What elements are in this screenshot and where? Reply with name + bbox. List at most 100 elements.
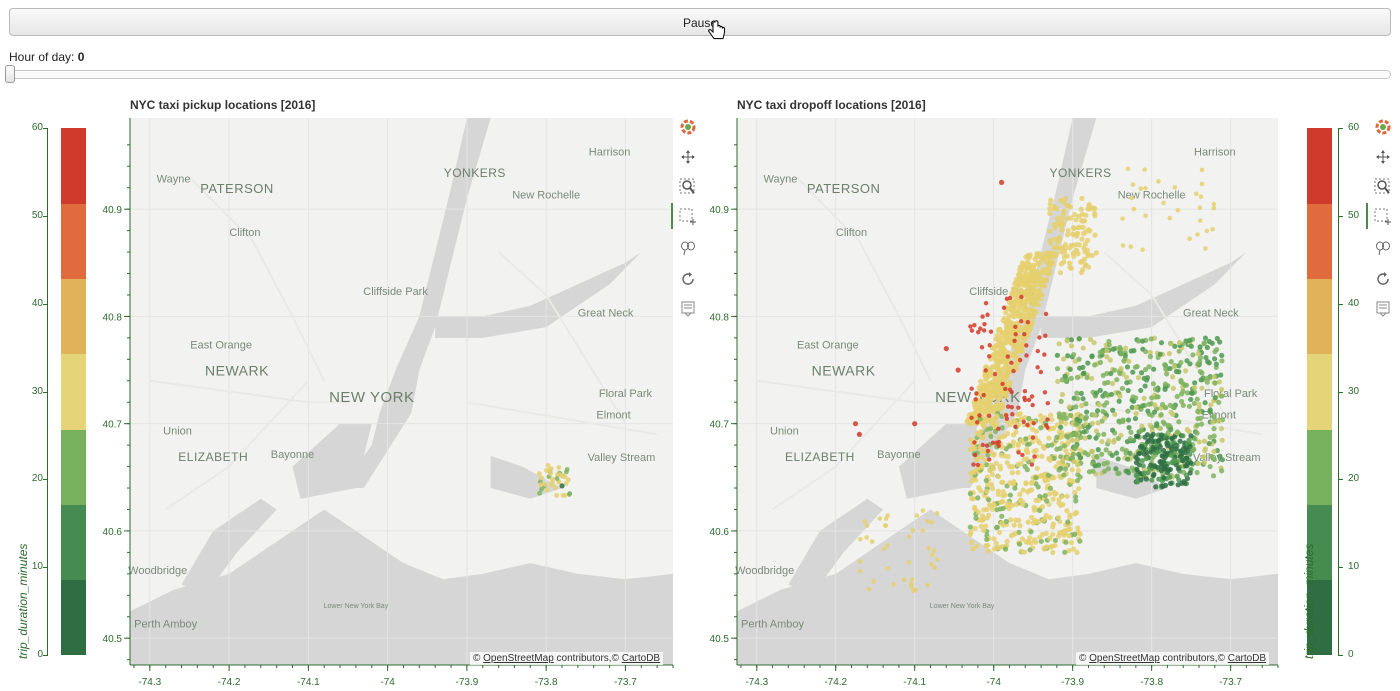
- trip-point: [974, 391, 979, 396]
- trip-point: [1003, 331, 1010, 337]
- trip-point: [1052, 491, 1058, 497]
- trip-point: [1132, 364, 1139, 370]
- trip-point: [1174, 473, 1180, 479]
- trip-point: [1178, 448, 1184, 455]
- place-label: ELIZABETH: [178, 450, 248, 464]
- trip-point: [1140, 247, 1145, 253]
- trip-point: [993, 460, 999, 466]
- trip-point: [1080, 370, 1086, 377]
- place-label: Woodbridge: [735, 565, 794, 577]
- trip-point: [1059, 458, 1066, 464]
- trip-point: [1155, 438, 1161, 444]
- trip-point: [1064, 493, 1070, 499]
- trip-point: [1097, 349, 1103, 355]
- trip-point: [1172, 458, 1178, 464]
- trip-point: [1136, 462, 1142, 468]
- trip-point: [1119, 385, 1126, 392]
- trip-point: [1035, 273, 1041, 280]
- trip-point: [1195, 361, 1201, 367]
- trip-point: [1216, 399, 1222, 405]
- place-label: YONKERS: [444, 166, 506, 180]
- trip-point: [1078, 269, 1085, 276]
- osm-link[interactable]: OpenStreetMap: [1089, 653, 1160, 664]
- box-select-icon[interactable]: [675, 205, 701, 229]
- trip-point: [967, 491, 973, 497]
- trip-point: [1138, 370, 1145, 376]
- trip-point: [1030, 520, 1036, 526]
- trip-point: [1035, 365, 1040, 370]
- trip-point: [1184, 460, 1191, 466]
- colorbar-band: [1307, 353, 1332, 430]
- trip-point: [1069, 437, 1075, 443]
- trip-point: [1110, 407, 1116, 413]
- trip-point: [1047, 485, 1054, 492]
- trip-point: [1160, 453, 1166, 459]
- trip-point: [1141, 451, 1147, 457]
- pause-button[interactable]: Pause: [9, 8, 1391, 36]
- trip-point: [864, 535, 869, 540]
- trip-point: [1047, 240, 1054, 246]
- trip-point: [864, 523, 870, 528]
- trip-point: [967, 470, 974, 476]
- trip-point: [1211, 356, 1218, 362]
- place-label: Great Neck: [1183, 307, 1239, 319]
- pickup-map-plot[interactable]: Harrison Wayne PATERSON YONKERS New Rochelle…: [95, 115, 675, 691]
- trip-point: [1145, 408, 1151, 414]
- trip-point: [910, 528, 916, 533]
- pan-icon[interactable]: [675, 145, 701, 169]
- trip-point: [1037, 534, 1043, 540]
- x-tick-label: -73.9: [455, 677, 478, 688]
- dropoff-map-plot[interactable]: Harrison Wayne PATERSON YONKERS New Rochelle…: [702, 115, 1280, 691]
- lasso-icon[interactable]: [675, 236, 701, 260]
- trip-point: [536, 471, 542, 476]
- trip-point: [973, 457, 980, 463]
- reset-icon[interactable]: [675, 267, 701, 291]
- carto-link[interactable]: CartoDB: [622, 653, 660, 664]
- trip-point: [1116, 398, 1122, 404]
- trip-point: [1017, 497, 1023, 504]
- trip-point: [1162, 404, 1169, 411]
- trip-point: [1216, 418, 1222, 424]
- trip-point: [1173, 446, 1179, 452]
- hour-slider[interactable]: [9, 70, 1391, 79]
- trip-point: [1166, 350, 1172, 357]
- trip-point: [968, 324, 973, 329]
- trip-point: [1064, 508, 1070, 514]
- box-zoom-icon[interactable]: [675, 175, 701, 199]
- place-label: Clifton: [836, 227, 867, 239]
- trip-point: [1061, 254, 1067, 260]
- trip-point: [1143, 185, 1148, 191]
- trip-point: [1219, 468, 1225, 474]
- trip-point: [1007, 443, 1013, 449]
- slider-label: Hour of day: 0: [9, 50, 85, 64]
- hour-slider-handle[interactable]: [5, 65, 15, 83]
- place-label: Harrison: [1194, 147, 1236, 159]
- trip-point: [1073, 443, 1079, 449]
- save-icon[interactable]: [675, 297, 701, 321]
- trip-point: [974, 420, 980, 425]
- trip-point: [981, 328, 987, 333]
- trip-point: [1061, 472, 1067, 478]
- trip-point: [1009, 404, 1014, 410]
- osm-link[interactable]: OpenStreetMap: [483, 653, 554, 664]
- trip-point: [1049, 417, 1055, 423]
- trip-point: [1187, 361, 1193, 367]
- trip-point: [1125, 408, 1131, 414]
- colorbar-band: [1307, 128, 1332, 204]
- trip-point: [1074, 248, 1080, 254]
- carto-link[interactable]: CartoDB: [1228, 653, 1266, 664]
- trip-point: [984, 536, 990, 543]
- trip-point: [1076, 242, 1082, 248]
- trip-point: [994, 413, 1000, 419]
- trip-point: [1207, 434, 1213, 440]
- trip-point: [1159, 463, 1165, 469]
- trip-point: [1030, 314, 1036, 320]
- trip-point: [1016, 450, 1021, 455]
- trip-point: [1168, 340, 1174, 347]
- colorbar-title: trip_duration_minutes: [16, 543, 30, 659]
- x-tick-label: -73.7: [1219, 677, 1242, 688]
- trip-point: [969, 415, 974, 421]
- trip-point: [1170, 411, 1176, 417]
- trip-point: [980, 314, 985, 319]
- trip-point: [1066, 404, 1072, 410]
